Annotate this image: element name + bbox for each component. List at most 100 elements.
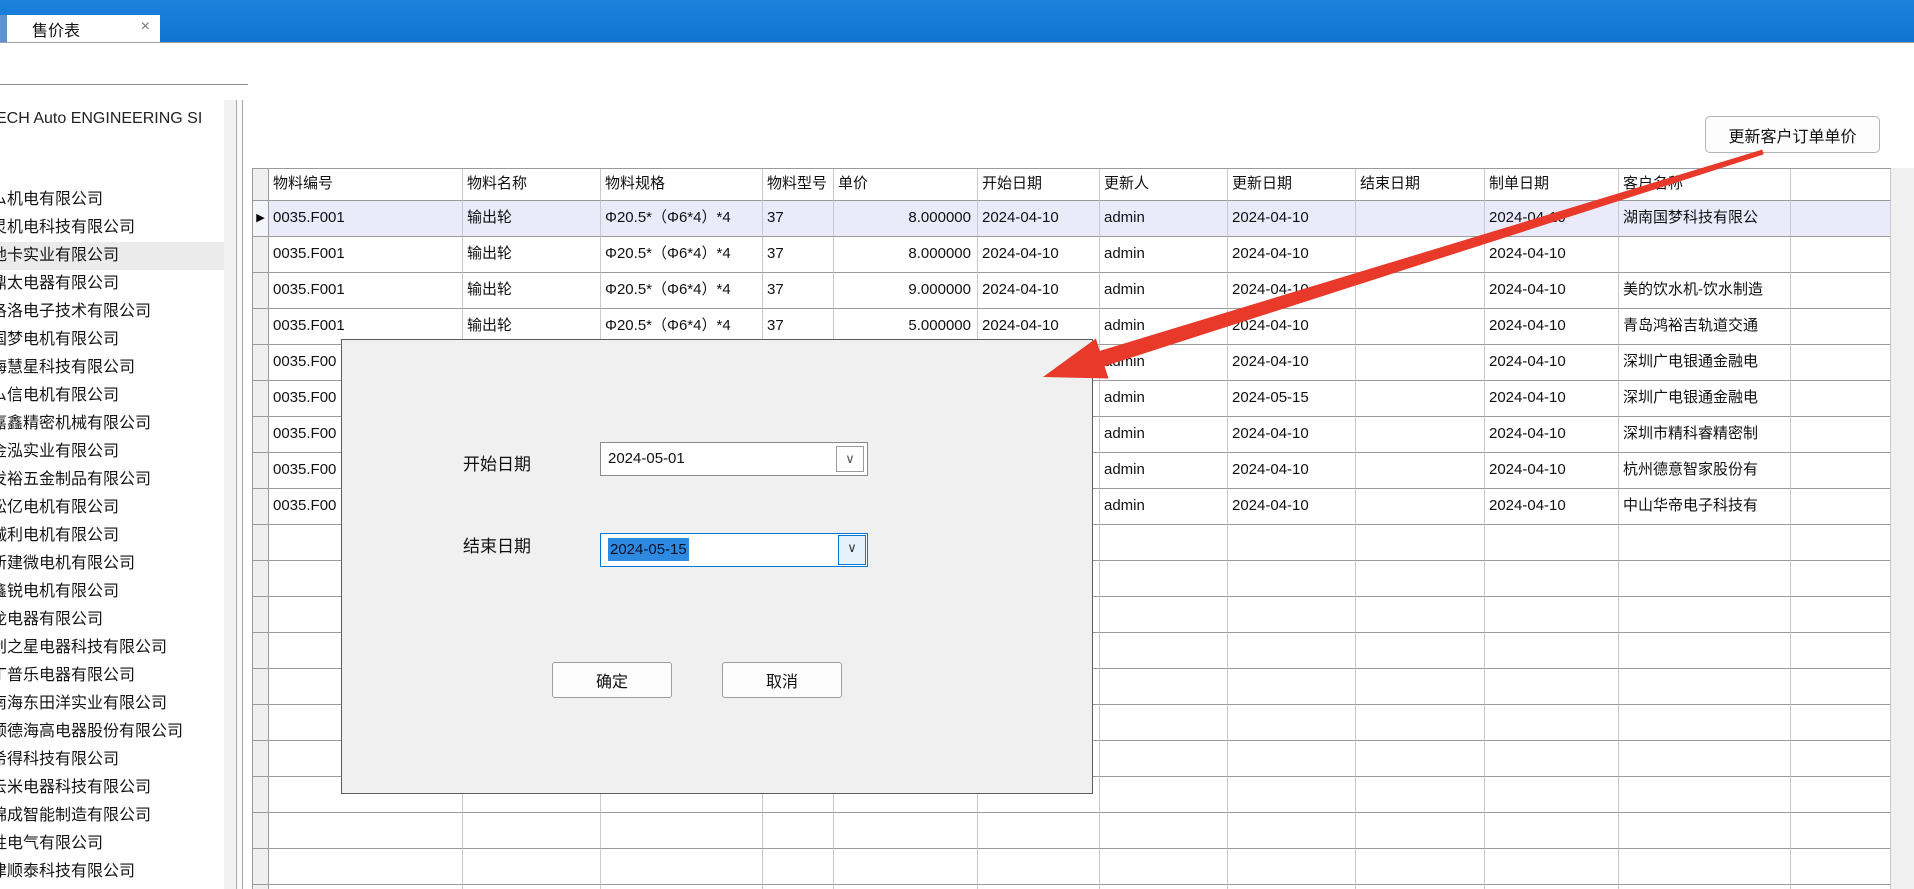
table-header-cell[interactable]: 物料型号: [763, 169, 834, 201]
sidebar-item[interactable]: 灵机电科技有限公司: [0, 214, 226, 242]
table-header-cell[interactable]: 更新日期: [1228, 169, 1356, 201]
table-cell[interactable]: [1791, 273, 1891, 309]
table-cell[interactable]: [834, 813, 978, 849]
ok-button[interactable]: 确定: [552, 662, 672, 698]
row-marker[interactable]: [253, 345, 269, 381]
table-empty-row[interactable]: [253, 849, 1891, 885]
table-cell[interactable]: [1791, 489, 1891, 525]
table-cell[interactable]: [1791, 237, 1891, 273]
table-cell[interactable]: [1791, 813, 1891, 849]
table-header-cell[interactable]: 单价: [834, 169, 978, 201]
table-cell[interactable]: [1619, 669, 1791, 705]
table-cell[interactable]: 37: [763, 273, 834, 309]
table-cell[interactable]: [763, 813, 834, 849]
sidebar-item[interactable]: 鼎太电器有限公司: [0, 270, 226, 298]
table-cell[interactable]: [1791, 777, 1891, 813]
table-cell[interactable]: [1356, 741, 1485, 777]
table-cell[interactable]: [1485, 561, 1619, 597]
table-cell[interactable]: [1100, 525, 1228, 561]
row-marker[interactable]: [253, 669, 269, 705]
table-cell[interactable]: 2024-04-10: [1228, 201, 1356, 237]
table-cell[interactable]: admin: [1100, 417, 1228, 453]
sidebar-scrollbar-track[interactable]: [224, 100, 236, 889]
table-cell[interactable]: [1100, 813, 1228, 849]
table-cell[interactable]: [463, 813, 601, 849]
table-cell[interactable]: [1485, 525, 1619, 561]
table-cell[interactable]: 深圳市精科睿精密制: [1619, 417, 1791, 453]
table-cell[interactable]: [1619, 885, 1791, 889]
table-cell[interactable]: admin: [1100, 309, 1228, 345]
table-cell[interactable]: [1228, 525, 1356, 561]
table-cell[interactable]: [1485, 597, 1619, 633]
table-cell[interactable]: [1100, 561, 1228, 597]
table-cell[interactable]: [1619, 849, 1791, 885]
table-cell[interactable]: 2024-04-10: [1485, 453, 1619, 489]
table-cell[interactable]: [1356, 669, 1485, 705]
table-cell[interactable]: [1791, 849, 1891, 885]
table-cell[interactable]: [1485, 777, 1619, 813]
table-header-cell[interactable]: 结束日期: [1356, 169, 1485, 201]
table-cell[interactable]: admin: [1100, 273, 1228, 309]
table-cell[interactable]: [1485, 669, 1619, 705]
sidebar-scrollbar[interactable]: [236, 100, 243, 889]
table-cell[interactable]: [1619, 705, 1791, 741]
table-row[interactable]: 0035.F001输出轮Φ20.5*（Φ6*4）*4378.0000002024…: [253, 237, 1891, 273]
table-cell[interactable]: 湖南国梦科技有限公: [1619, 201, 1791, 237]
table-header-cell[interactable]: 物料编号: [269, 169, 463, 201]
table-cell[interactable]: [1356, 525, 1485, 561]
table-cell[interactable]: [1791, 201, 1891, 237]
row-marker[interactable]: [253, 705, 269, 741]
sidebar-item[interactable]: 创之星电器科技有限公司: [0, 634, 226, 662]
sidebar-item[interactable]: 希得科技有限公司: [0, 746, 226, 774]
update-order-price-button[interactable]: 更新客户订单单价: [1705, 116, 1880, 153]
table-cell[interactable]: 2024-04-10: [1228, 489, 1356, 525]
table-cell[interactable]: 2024-04-10: [1485, 309, 1619, 345]
table-header-cell[interactable]: 更新人: [1100, 169, 1228, 201]
row-marker[interactable]: [253, 417, 269, 453]
table-cell[interactable]: [1356, 273, 1485, 309]
table-cell[interactable]: [1485, 813, 1619, 849]
table-cell[interactable]: [1791, 453, 1891, 489]
table-cell[interactable]: [1791, 417, 1891, 453]
table-cell[interactable]: [1356, 453, 1485, 489]
table-cell[interactable]: [1228, 561, 1356, 597]
table-cell[interactable]: 37: [763, 201, 834, 237]
sidebar-item[interactable]: 金泓实业有限公司: [0, 438, 226, 466]
table-corner-cell[interactable]: [253, 169, 269, 201]
table-cell[interactable]: [1228, 777, 1356, 813]
table-cell[interactable]: 37: [763, 237, 834, 273]
sidebar-item[interactable]: 松亿电机有限公司: [0, 494, 226, 522]
table-cell[interactable]: [1619, 777, 1791, 813]
table-cell[interactable]: [1356, 561, 1485, 597]
table-cell[interactable]: [463, 885, 601, 889]
sidebar-item[interactable]: 津顺泰科技有限公司: [0, 858, 226, 886]
table-cell[interactable]: 0035.F001: [269, 273, 463, 309]
table-cell[interactable]: 2024-04-10: [1228, 345, 1356, 381]
table-cell[interactable]: [1356, 381, 1485, 417]
table-cell[interactable]: 8.000000: [834, 237, 978, 273]
sidebar-item[interactable]: 胜电气有限公司: [0, 830, 226, 858]
table-cell[interactable]: 2024-04-10: [1228, 309, 1356, 345]
table-cell[interactable]: 2024-04-10: [1485, 237, 1619, 273]
table-cell[interactable]: [978, 849, 1100, 885]
table-cell[interactable]: 深圳广电银通金融电: [1619, 381, 1791, 417]
sidebar-item[interactable]: 厶机电有限公司: [0, 186, 226, 214]
table-cell[interactable]: [1356, 489, 1485, 525]
table-cell[interactable]: [1619, 561, 1791, 597]
table-cell[interactable]: 2024-04-10: [978, 201, 1100, 237]
table-cell[interactable]: [1356, 849, 1485, 885]
table-cell[interactable]: [1619, 633, 1791, 669]
table-cell[interactable]: 2024-05-15: [1228, 381, 1356, 417]
table-cell[interactable]: [978, 885, 1100, 889]
table-empty-row[interactable]: [253, 885, 1891, 889]
table-cell[interactable]: [1485, 885, 1619, 889]
table-cell[interactable]: [1619, 741, 1791, 777]
table-cell[interactable]: 输出轮: [463, 201, 601, 237]
row-marker[interactable]: [253, 633, 269, 669]
table-cell[interactable]: [269, 813, 463, 849]
sidebar-item[interactable]: 南海东田洋实业有限公司: [0, 690, 226, 718]
table-cell[interactable]: Φ20.5*（Φ6*4）*4: [601, 237, 763, 273]
previous-tab-sliver[interactable]: [0, 15, 7, 42]
table-cell[interactable]: [1791, 633, 1891, 669]
table-cell[interactable]: [1619, 813, 1791, 849]
